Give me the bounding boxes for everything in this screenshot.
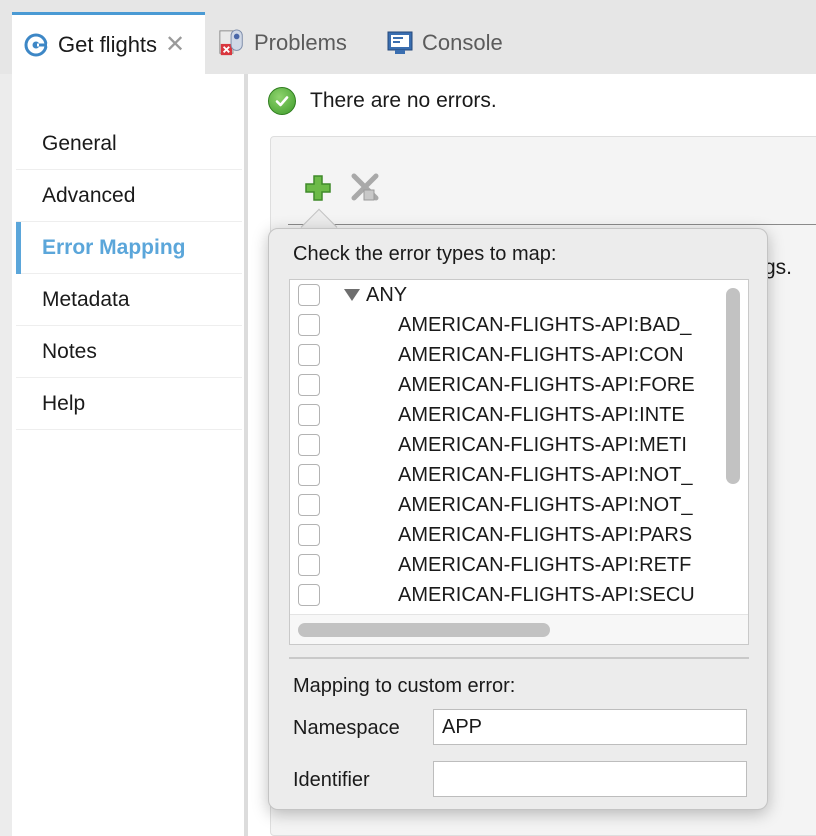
console-icon — [386, 29, 414, 57]
checkbox[interactable] — [298, 314, 320, 336]
vertical-scrollbar[interactable] — [726, 288, 740, 484]
tree-row[interactable]: AMERICAN-FLIGHTS-API:NOT_ — [290, 490, 720, 520]
error-types-popover: Check the error types to map: ANY AMERIC… — [268, 228, 768, 810]
checkbox[interactable] — [298, 404, 320, 426]
tree-row[interactable]: AMERICAN-FLIGHTS-API:RETF — [290, 550, 720, 580]
tree-label: AMERICAN-FLIGHTS-API:NOT_ — [398, 463, 693, 486]
tree-row[interactable]: AMERICAN-FLIGHTS-API:SECU — [290, 580, 720, 610]
tab-console[interactable]: Console — [386, 12, 503, 74]
editor-tab-bar: Get flights ✕ Problems Console — [0, 0, 816, 74]
checkbox[interactable] — [298, 524, 320, 546]
checkbox[interactable] — [298, 344, 320, 366]
tree-label: AMERICAN-FLIGHTS-API:RETF — [398, 553, 692, 576]
expand-triangle-icon[interactable] — [344, 289, 360, 301]
popover-title: Check the error types to map: — [293, 243, 557, 265]
close-icon[interactable]: ✕ — [165, 30, 185, 59]
tree-label: AMERICAN-FLIGHTS-API:SECU — [398, 583, 695, 606]
tree-row[interactable]: AMERICAN-FLIGHTS-API:BAD_ — [290, 310, 720, 340]
flow-icon — [22, 31, 50, 59]
checkbox[interactable] — [298, 434, 320, 456]
check-icon — [268, 87, 296, 115]
horizontal-scrollbar-track — [290, 614, 748, 644]
checkbox[interactable] — [298, 374, 320, 396]
mapping-title: Mapping to custom error: — [293, 675, 516, 697]
tree-row[interactable]: AMERICAN-FLIGHTS-API:CON — [290, 340, 720, 370]
tree-row[interactable]: AMERICAN-FLIGHTS-API:NOT_ — [290, 460, 720, 490]
tab-problems[interactable]: Problems — [218, 12, 347, 74]
tree-label: AMERICAN-FLIGHTS-API:INTE — [398, 403, 685, 426]
tree-row-any[interactable]: ANY — [290, 280, 720, 310]
status-message: There are no errors. — [268, 86, 497, 116]
horizontal-scrollbar[interactable] — [298, 623, 550, 637]
checkbox[interactable] — [298, 584, 320, 606]
identifier-input[interactable] — [433, 761, 747, 797]
sidebar-item-error-mapping[interactable]: Error Mapping — [16, 222, 242, 274]
tree-row[interactable]: AMERICAN-FLIGHTS-API:FORE — [290, 370, 720, 400]
identifier-label: Identifier — [293, 769, 370, 791]
panel-divider — [288, 224, 816, 225]
tab-get-flights[interactable]: Get flights ✕ — [12, 12, 205, 74]
add-icon[interactable] — [304, 174, 332, 202]
checkbox[interactable] — [298, 464, 320, 486]
sidebar-item-general[interactable]: General — [16, 118, 242, 170]
remove-icon[interactable] — [348, 172, 382, 204]
popover-divider — [289, 657, 749, 659]
tree-row[interactable]: AMERICAN-FLIGHTS-API:METI — [290, 430, 720, 460]
checkbox[interactable] — [298, 554, 320, 576]
sidebar: General Advanced Error Mapping Metadata … — [12, 74, 244, 836]
sidebar-item-advanced[interactable]: Advanced — [16, 170, 242, 222]
tree-label: AMERICAN-FLIGHTS-API:CON — [398, 343, 684, 366]
tree-row[interactable]: AMERICAN-FLIGHTS-API:INTE — [290, 400, 720, 430]
tab-label: Get flights — [58, 31, 158, 57]
namespace-input[interactable] — [433, 709, 747, 745]
tab-label: Problems — [254, 30, 347, 55]
checkbox[interactable] — [298, 494, 320, 516]
sidebar-item-metadata[interactable]: Metadata — [16, 274, 242, 326]
tree-label: AMERICAN-FLIGHTS-API:METI — [398, 433, 687, 456]
status-text: There are no errors. — [310, 89, 497, 112]
sidebar-item-notes[interactable]: Notes — [16, 326, 242, 378]
error-type-tree[interactable]: ANY AMERICAN-FLIGHTS-API:BAD_ AMERICAN-F… — [289, 279, 749, 645]
sidebar-item-help[interactable]: Help — [16, 378, 242, 430]
panel-text: gs. — [764, 256, 793, 279]
tree-row[interactable]: AMERICAN-FLIGHTS-API:PARS — [290, 520, 720, 550]
namespace-label: Namespace — [293, 717, 400, 739]
tree-label: AMERICAN-FLIGHTS-API:FORE — [398, 373, 695, 396]
tree-label: AMERICAN-FLIGHTS-API:BAD_ — [398, 313, 692, 336]
checkbox[interactable] — [298, 284, 320, 306]
tab-label: Console — [422, 30, 503, 55]
tree-label: AMERICAN-FLIGHTS-API:PARS — [398, 523, 693, 546]
tree-label: ANY — [366, 283, 408, 306]
problems-icon — [218, 29, 246, 57]
tree-label: AMERICAN-FLIGHTS-API:NOT_ — [398, 493, 693, 516]
